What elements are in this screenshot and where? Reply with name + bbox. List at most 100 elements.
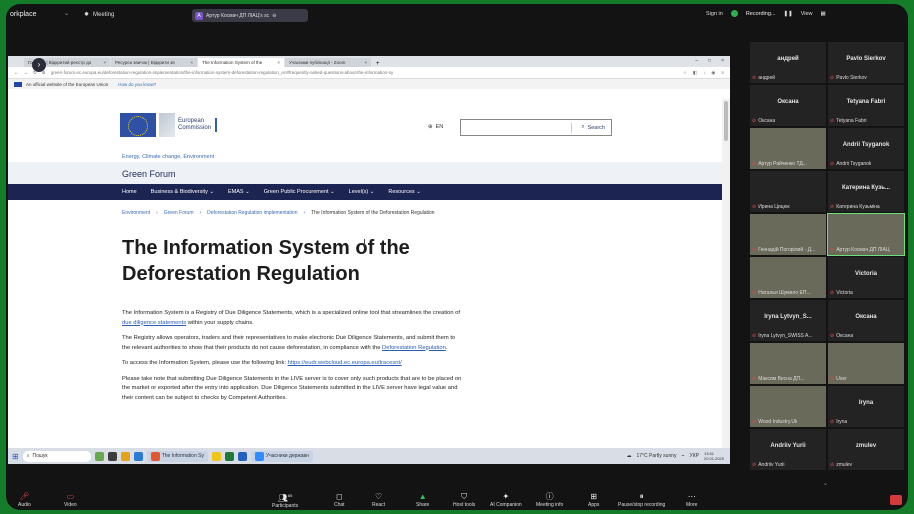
browser-tab-active[interactable]: The Information System of the × bbox=[198, 58, 284, 67]
participant-tile[interactable]: Pavlo Sierkov ⊘ Pavlo Sierkov bbox=[828, 42, 904, 83]
signin-link[interactable]: Sign in bbox=[706, 11, 723, 17]
meeting-info-button[interactable]: ⓘ Meeting info bbox=[536, 492, 563, 508]
participant-tile[interactable]: ⊘ Геннадій Погорілий - Д... bbox=[750, 214, 826, 255]
close-icon[interactable]: × bbox=[364, 60, 367, 65]
recording-status[interactable]: Recording... bbox=[746, 11, 776, 17]
excel-icon[interactable] bbox=[224, 451, 234, 461]
profile-icon[interactable]: ◉ bbox=[711, 70, 715, 76]
participant-tile[interactable]: Victoria ⊘ Victoria bbox=[828, 257, 904, 298]
breadcrumb-item[interactable]: Deforestation Regulation implementation bbox=[207, 210, 297, 216]
menu-icon[interactable]: ≡ bbox=[721, 70, 724, 76]
taskview-icon[interactable] bbox=[107, 451, 117, 461]
new-tab-icon[interactable]: + bbox=[372, 61, 384, 67]
chevron-right-icon[interactable]: › bbox=[32, 58, 46, 72]
participant-label: Оксана bbox=[758, 118, 776, 124]
participant-name: Оксана bbox=[855, 314, 877, 320]
due-diligence-link[interactable]: due diligence statements bbox=[122, 320, 186, 326]
clock[interactable]: 13:51 20.01.2025 bbox=[704, 451, 724, 461]
download-icon[interactable]: ↓ bbox=[703, 70, 705, 76]
deforestation-regulation-link[interactable]: Deforestation Regulation bbox=[382, 345, 446, 351]
host-tools-button[interactable]: ⛉ Host tools bbox=[453, 492, 475, 508]
participant-tile[interactable]: андрей ⊘ андрей bbox=[750, 42, 826, 83]
participant-tile[interactable]: ⊘ Wood Industry.Uk bbox=[750, 386, 826, 427]
breadcrumb-item[interactable]: Environment bbox=[122, 210, 150, 216]
audio-button[interactable]: 🎤︎ Audio bbox=[18, 492, 31, 508]
paragraph: The Information System is a Registry of … bbox=[122, 310, 460, 326]
minimize-icon[interactable]: – bbox=[695, 58, 698, 64]
participant-tile[interactable]: ⊘ Наталья Шумило ЕП... bbox=[750, 257, 826, 298]
taskbar-search[interactable]: ⌕ Пошук bbox=[22, 450, 91, 462]
chevron-down-icon[interactable]: ⌄ bbox=[64, 10, 69, 17]
nav-item-gpp[interactable]: Green Public Procurement ⌄ bbox=[264, 189, 335, 195]
maximize-icon[interactable]: □ bbox=[708, 58, 711, 64]
language-selector[interactable]: ⊕ EN bbox=[428, 124, 443, 130]
back-icon[interactable]: ← bbox=[14, 70, 19, 75]
explorer-icon[interactable] bbox=[120, 451, 130, 461]
participant-tile[interactable]: ⊘ Артур Космач ДП ЛІАЦ bbox=[827, 213, 905, 256]
end-meeting-button[interactable] bbox=[890, 495, 902, 505]
search-button[interactable]: Search bbox=[588, 125, 605, 131]
word-icon[interactable] bbox=[237, 451, 247, 461]
chat-button[interactable]: ◻ Chat bbox=[334, 492, 345, 508]
ec-logo[interactable]: European Commission bbox=[120, 113, 218, 137]
participant-tile[interactable]: Iryna Lytvyn_S... ⊘ Iryna Lytvyn_SWISS A..… bbox=[750, 300, 826, 341]
more-button[interactable]: ⋯ More bbox=[686, 492, 697, 508]
chevron-down-icon[interactable]: ⌄ bbox=[823, 480, 828, 487]
network-icon[interactable]: ⌁ bbox=[682, 453, 685, 459]
close-icon[interactable]: ⊖ bbox=[272, 13, 276, 19]
nav-item-resources[interactable]: Resources ⌄ bbox=[388, 189, 420, 195]
forward-icon[interactable]: → bbox=[24, 70, 29, 75]
participant-tile[interactable]: Andriiv Yurii ⊘ Andriiv Yurii bbox=[750, 429, 826, 470]
share-button[interactable]: ▲ Share bbox=[416, 492, 429, 508]
extensions-icon[interactable]: ◧ bbox=[693, 70, 697, 76]
how-do-you-know-link[interactable]: How do you know? bbox=[118, 82, 156, 87]
participant-tile[interactable]: Оксана ⊘ Оксана bbox=[828, 300, 904, 341]
search-input[interactable]: ⌕ Search bbox=[460, 119, 612, 136]
windows-start-icon[interactable]: ⊞ bbox=[12, 452, 19, 461]
browser-tab[interactable]: Ресурси звичок | Відкрити зв × bbox=[111, 58, 197, 67]
ai-companion-button[interactable]: ✦ AI Companion bbox=[490, 492, 522, 508]
close-icon[interactable]: × bbox=[103, 60, 106, 65]
page-scrollbar[interactable] bbox=[722, 99, 730, 451]
star-icon[interactable]: ☆ bbox=[683, 70, 687, 76]
participant-tile[interactable]: Оксана ⊘ Оксана bbox=[750, 85, 826, 126]
info-icon: ⓘ bbox=[545, 492, 554, 501]
participant-tile[interactable]: ⊘ Максим Весна ДП... bbox=[750, 343, 826, 384]
site-title[interactable]: Green Forum bbox=[8, 162, 722, 184]
url-field[interactable]: green-forum.ec.europa.eu/deforestation-r… bbox=[51, 70, 678, 75]
nav-item-business-biodiversity[interactable]: Business & Biodiversity ⌄ bbox=[151, 189, 214, 195]
participant-name: Iryna Lytvyn_S... bbox=[764, 314, 812, 320]
participant-tile[interactable]: ⊘ Артур Райченко ТД... bbox=[750, 128, 826, 169]
apps-button[interactable]: ⊞ Apps bbox=[588, 492, 599, 508]
video-button[interactable]: ▭ Video bbox=[64, 492, 77, 508]
participant-tile[interactable]: ⊘ User bbox=[828, 343, 904, 384]
participants-button[interactable]: 👥︎65 Participants bbox=[272, 491, 298, 510]
participant-tile[interactable]: zmulev ⊘ zmulev bbox=[828, 429, 904, 470]
close-window-icon[interactable]: × bbox=[721, 58, 724, 64]
participant-tile[interactable]: Катерина Кузь... ⊘ Катерина Кузьміна bbox=[828, 171, 904, 212]
react-button[interactable]: ♡ React bbox=[372, 492, 385, 508]
participant-tile[interactable]: Iryna ⊘ Iryna bbox=[828, 386, 904, 427]
breadcrumb-item[interactable]: Green Forum bbox=[164, 210, 194, 216]
participant-tile[interactable]: Tetyana Fabri ⊘ Tetyana Fabri bbox=[828, 85, 904, 126]
nav-item-levels[interactable]: Level(s) ⌄ bbox=[349, 189, 375, 195]
meeting-button[interactable]: ✸ Meeting bbox=[84, 11, 114, 19]
participant-tile[interactable]: Andrii Tsyganok ⊘ Andrii Tsyganok bbox=[828, 128, 904, 169]
browser-tab[interactable]: Учасники публікації - Zoom × bbox=[285, 58, 371, 67]
taskbar-item[interactable]: The Information Sy bbox=[146, 450, 208, 462]
close-icon[interactable]: × bbox=[277, 60, 280, 65]
traces-link[interactable]: https://eudr.webcloud.ec.europa.eu/trace… bbox=[288, 360, 402, 366]
edge-icon[interactable] bbox=[133, 451, 143, 461]
taskbar-item[interactable]: Учасники державн bbox=[250, 450, 313, 462]
participant-tile[interactable]: ⊘ Ирина Цицюк bbox=[750, 171, 826, 212]
nav-item-emas[interactable]: EMAS ⌄ bbox=[228, 189, 250, 195]
widget-icon[interactable] bbox=[94, 451, 104, 461]
pause-recording-button[interactable]: ⏸︎ Pause/stop recording bbox=[618, 492, 665, 508]
close-icon[interactable]: × bbox=[190, 60, 193, 65]
screen-share-indicator[interactable]: A Артур Космач ДП ЛІАЦ's sc ⊖ bbox=[192, 9, 308, 22]
view-button[interactable]: View bbox=[801, 11, 813, 17]
language-indicator[interactable]: УКР bbox=[690, 453, 699, 459]
pause-icon[interactable]: ❚❚ bbox=[783, 11, 792, 17]
chrome-icon[interactable] bbox=[211, 451, 221, 461]
nav-item-home[interactable]: Home bbox=[122, 189, 137, 195]
